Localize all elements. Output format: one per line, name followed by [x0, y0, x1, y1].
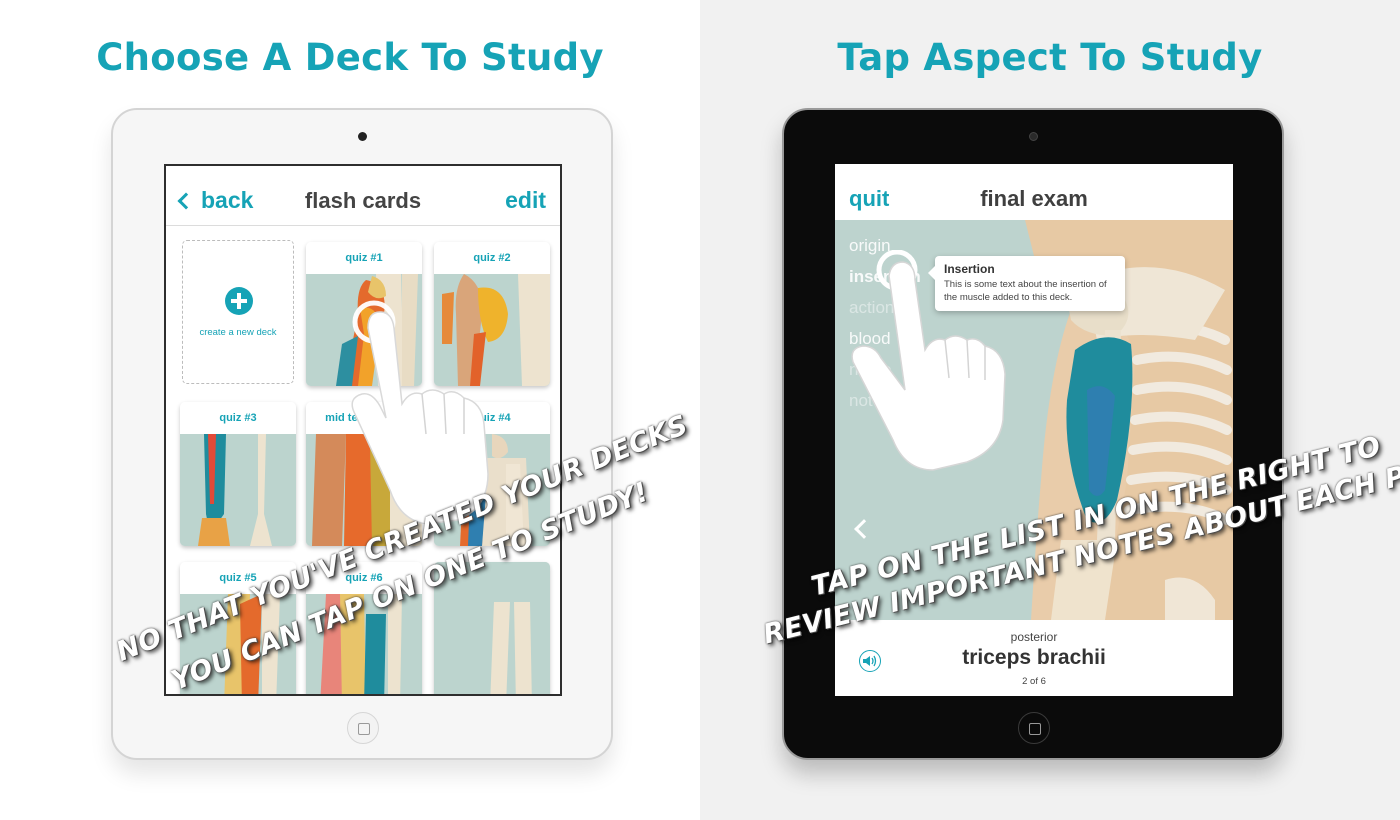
- left-panel: Choose A Deck To Study back flash cards …: [0, 0, 700, 820]
- camera: [358, 132, 367, 141]
- edit-button[interactable]: edit: [505, 187, 546, 214]
- home-button: [347, 712, 379, 744]
- page-title: flash cards: [304, 188, 422, 213]
- camera: [1029, 132, 1038, 141]
- muscle-name: triceps brachii: [962, 646, 1106, 669]
- create-deck-button[interactable]: create a new deck: [182, 240, 294, 384]
- leg-illustration: [180, 434, 296, 546]
- home-button: [1018, 712, 1050, 744]
- create-deck-label: create a new deck: [199, 327, 277, 338]
- deck-title: quiz #3: [180, 402, 296, 434]
- left-headline: Choose A Deck To Study: [96, 36, 604, 79]
- exam-title: final exam: [980, 186, 1088, 211]
- exam-footer: posterior triceps brachii 2 of 6: [835, 620, 1233, 696]
- nav-bar: back flash cards edit: [166, 166, 560, 226]
- deck-title: quiz #1: [306, 242, 422, 274]
- view-label: posterior: [1010, 630, 1058, 644]
- right-headline: Tap Aspect To Study: [837, 36, 1263, 79]
- plus-icon: [225, 287, 253, 315]
- deck-card-quiz-3[interactable]: quiz #3: [180, 402, 296, 546]
- tap-hand-icon: [851, 250, 1006, 471]
- exam-header: quit final exam: [835, 164, 1233, 220]
- ipad-black: quit final exam origin insertion action …: [782, 108, 1284, 760]
- card-count: 2 of 6: [1022, 676, 1046, 687]
- tap-hand-icon: [351, 300, 489, 524]
- deck-title: quiz #2: [434, 242, 550, 274]
